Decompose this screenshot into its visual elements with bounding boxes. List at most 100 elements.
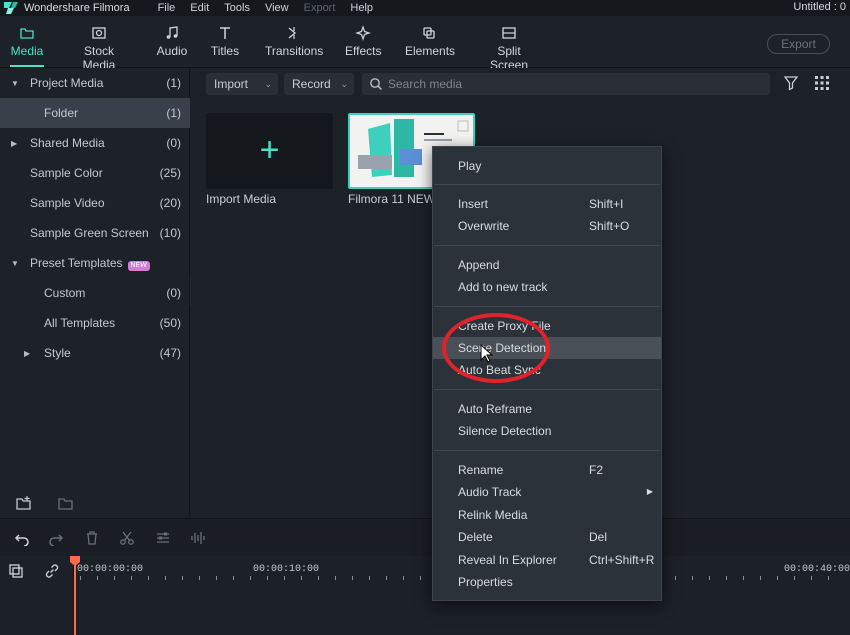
- ruler-tick: [335, 576, 336, 580]
- expand-right-icon[interactable]: ▶: [24, 349, 30, 358]
- media-toolbar: Import ⌄ Record ⌄ Search media: [191, 68, 850, 100]
- sidebar-item-label: Sample Color: [30, 166, 103, 180]
- sidebar-item-label: Custom: [44, 286, 86, 300]
- tab-effects[interactable]: Effects: [345, 24, 381, 58]
- search-icon: [370, 78, 383, 91]
- export-button[interactable]: Export: [767, 34, 830, 54]
- search-input[interactable]: Search media: [362, 73, 770, 95]
- split-screen-icon: [502, 27, 516, 39]
- text-t-icon: [220, 27, 230, 39]
- grid-view-icon[interactable]: [815, 76, 829, 90]
- ctx-item-overwrite[interactable]: Overwrite Shift+O: [433, 215, 661, 237]
- ctx-item-label: Silence Detection: [458, 424, 552, 438]
- expand-down-icon[interactable]: ▼: [11, 259, 19, 268]
- tab-elements-label: Elements: [405, 44, 456, 58]
- ctx-item-label: Auto Beat Sync: [458, 363, 541, 377]
- menu-file[interactable]: File: [158, 2, 176, 14]
- ctx-item-auto-beat-sync[interactable]: Auto Beat Sync: [433, 359, 661, 381]
- menu-edit[interactable]: Edit: [190, 2, 209, 14]
- tab-titles[interactable]: Titles: [210, 24, 240, 58]
- sidebar-item-folder[interactable]: Folder (1): [0, 98, 190, 128]
- sidebar-item-sample-color[interactable]: Sample Color (25): [0, 158, 190, 188]
- menu-export: Export: [303, 2, 336, 14]
- ruler-tick: [386, 576, 387, 580]
- ctx-item-rename[interactable]: Rename F2: [433, 459, 661, 481]
- expand-right-icon[interactable]: ▶: [11, 139, 17, 148]
- tab-split-screen[interactable]: Split Screen: [478, 24, 540, 72]
- ctx-item-append[interactable]: Append: [433, 254, 661, 276]
- sidebar-item-sample-video[interactable]: Sample Video (20): [0, 188, 190, 218]
- redo-icon[interactable]: [48, 530, 64, 546]
- ctx-item-reveal-in-explorer[interactable]: Reveal In Explorer Ctrl+Shift+R: [433, 549, 661, 571]
- playhead[interactable]: [74, 556, 76, 635]
- ctx-item-auto-reframe[interactable]: Auto Reframe: [433, 398, 661, 420]
- ctx-item-label: Append: [458, 258, 500, 272]
- ctx-item-shortcut: Shift+O: [589, 219, 630, 233]
- sidebar-item-sample-green-screen[interactable]: Sample Green Screen (10): [0, 218, 190, 248]
- ruler-tick: [131, 576, 132, 580]
- filter-icon[interactable]: [783, 75, 799, 91]
- tab-transitions[interactable]: Transitions: [265, 24, 323, 58]
- ctx-item-add-to-new-track[interactable]: Add to new track: [433, 276, 661, 298]
- link-icon[interactable]: [44, 563, 60, 579]
- sidebar-item-preset-templates[interactable]: ▼ Preset Templates NEW: [0, 248, 190, 278]
- tab-stock-media[interactable]: Stock Media: [68, 24, 130, 72]
- sidebar-item-style[interactable]: ▶ Style (47): [0, 338, 190, 368]
- ctx-item-label: Audio Track: [458, 485, 522, 499]
- ruler-tick: [284, 576, 285, 580]
- ctx-item-delete[interactable]: Delete Del: [433, 526, 661, 548]
- ruler-tick: [165, 576, 166, 580]
- chevron-down-icon: ⌄: [264, 79, 272, 89]
- ctx-item-audio-track[interactable]: Audio Track ▶: [433, 481, 661, 503]
- record-dropdown[interactable]: Record ⌄: [284, 73, 354, 95]
- sidebar-item-custom[interactable]: Custom (0): [0, 278, 190, 308]
- ctx-item-label: Rename: [458, 463, 504, 477]
- ruler-tick: [216, 576, 217, 580]
- import-media-tile[interactable]: +: [206, 113, 333, 189]
- ctx-item-create-proxy-file[interactable]: Create Proxy File: [433, 315, 661, 337]
- sidebar-footer: [0, 488, 190, 518]
- ruler-tick: [301, 576, 302, 580]
- ruler-tick: [403, 576, 404, 580]
- ruler-tick: [726, 576, 727, 580]
- tab-media[interactable]: Media: [10, 24, 44, 67]
- ctx-divider: [434, 184, 660, 185]
- adjust-icon[interactable]: [155, 530, 171, 546]
- delete-icon[interactable]: [84, 530, 100, 546]
- time-label-40s: 00:00:40:00: [784, 564, 850, 575]
- ctx-item-play[interactable]: Play: [433, 155, 661, 177]
- add-track-icon[interactable]: [8, 563, 24, 579]
- ruler-tick: [760, 576, 761, 580]
- sidebar-item-count: (20): [159, 196, 181, 210]
- ctx-item-insert[interactable]: Insert Shift+I: [433, 193, 661, 215]
- ctx-item-label: Create Proxy File: [458, 319, 551, 333]
- record-label: Record: [292, 77, 331, 91]
- ruler-tick: [97, 576, 98, 580]
- tab-audio-label: Audio: [156, 44, 188, 58]
- folder-outline-icon[interactable]: [58, 496, 74, 510]
- import-dropdown[interactable]: Import ⌄: [206, 73, 278, 95]
- audio-waveform-icon[interactable]: [190, 530, 206, 546]
- menu-help[interactable]: Help: [350, 2, 373, 14]
- ctx-item-relink-media[interactable]: Relink Media: [433, 504, 661, 526]
- stock-media-icon: [92, 27, 106, 39]
- ruler-tick: [777, 576, 778, 580]
- sidebar-item-shared-media[interactable]: ▶ Shared Media (0): [0, 128, 190, 158]
- ctx-item-silence-detection[interactable]: Silence Detection: [433, 420, 661, 442]
- ctx-item-label: Scene Detection: [458, 341, 547, 355]
- mouse-pointer-icon: [480, 344, 494, 363]
- tab-elements[interactable]: Elements: [405, 24, 456, 58]
- sidebar-item-project-media[interactable]: ▼ Project Media (1): [0, 68, 190, 98]
- menu-tools[interactable]: Tools: [224, 2, 250, 14]
- ctx-item-properties[interactable]: Properties: [433, 571, 661, 593]
- tab-audio[interactable]: Audio: [156, 24, 188, 58]
- ctx-item-scene-detection[interactable]: Scene Detection: [433, 337, 661, 359]
- cut-icon[interactable]: [119, 530, 135, 546]
- expand-down-icon[interactable]: ▼: [11, 79, 19, 88]
- undo-icon[interactable]: [14, 530, 30, 546]
- document-title: Untitled : 0: [793, 1, 846, 13]
- new-folder-icon[interactable]: [16, 496, 32, 510]
- plus-icon: +: [259, 131, 280, 169]
- menu-view[interactable]: View: [265, 2, 289, 14]
- sidebar-item-all-templates[interactable]: All Templates (50): [0, 308, 190, 338]
